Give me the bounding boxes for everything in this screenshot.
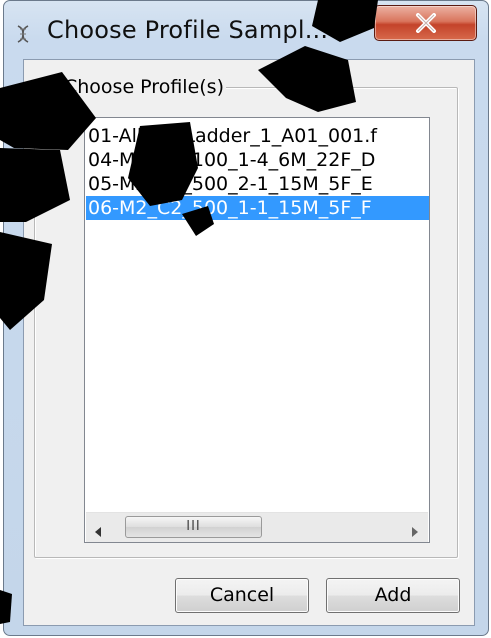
title-bar[interactable]: Choose Profile Sampl... — [4, 1, 488, 59]
cancel-button[interactable]: Cancel — [175, 578, 309, 613]
scrollbar-thumb[interactable]: III — [125, 516, 262, 538]
scroll-right-arrow-icon[interactable] — [411, 522, 419, 541]
list-item[interactable]: 05-M2_C2_500_2-1_15M_5F_E — [86, 172, 429, 196]
profile-listbox[interactable]: 01-Allelic_Ladder_1_A01_001.f 04-M1_C4_1… — [84, 117, 430, 543]
scroll-left-arrow-icon[interactable] — [94, 522, 102, 541]
list-item[interactable]: 04-M1_C4_100_1-4_6M_22F_D — [86, 148, 429, 172]
groupbox-label: Choose Profile(s) — [62, 76, 226, 98]
horizontal-scrollbar[interactable]: III — [86, 512, 428, 542]
window-title: Choose Profile Sampl... — [47, 16, 329, 44]
close-button[interactable] — [374, 5, 477, 41]
list-item[interactable]: 01-Allelic_Ladder_1_A01_001.f — [86, 124, 429, 148]
dna-icon — [16, 25, 30, 43]
add-button[interactable]: Add — [326, 578, 460, 613]
list-item-selected[interactable]: 06-M2_C2_500_1-1_15M_5F_F — [86, 196, 429, 220]
